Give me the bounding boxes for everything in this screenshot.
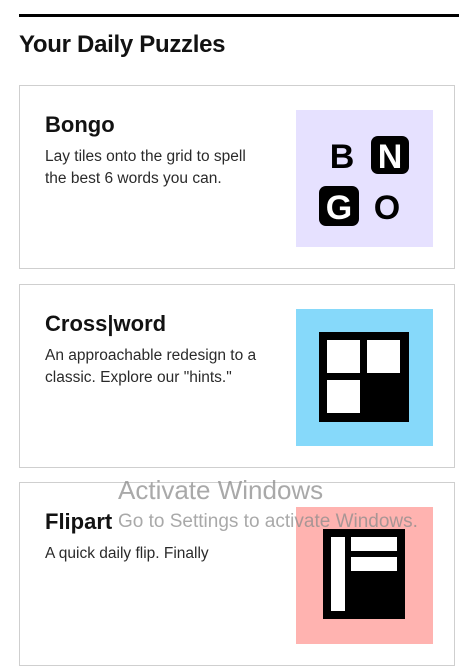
card-description: Lay tiles onto the grid to spell the bes…	[45, 148, 246, 187]
puzzle-card-bongo[interactable]: Bongo Lay tiles onto the grid to spell t…	[19, 85, 455, 269]
flipart-icon	[296, 507, 433, 644]
bongo-tiles-icon: B N G O	[296, 110, 433, 247]
card-description: A quick daily flip. Finally	[45, 545, 209, 562]
tile-letter-n: N	[378, 138, 403, 176]
flipart-thumbnail	[296, 507, 433, 644]
section-title: Your Daily Puzzles	[19, 31, 226, 58]
tile-letter-g: G	[326, 189, 352, 227]
card-title: Flipart	[45, 509, 113, 534]
puzzle-card-crossword[interactable]: Cross|word An approachable redesign to a…	[19, 284, 455, 468]
card-title: Cross|word	[45, 311, 167, 336]
top-divider	[19, 14, 459, 17]
tile-letter-o: O	[374, 189, 400, 227]
crossword-thumbnail	[296, 309, 433, 446]
crossword-grid-icon	[296, 309, 433, 446]
puzzle-card-flipart[interactable]: Flipart A quick daily flip. Finally	[19, 482, 455, 666]
card-title: Bongo	[45, 112, 115, 137]
bongo-thumbnail: B N G O	[296, 110, 433, 247]
card-description: An approachable redesign to a classic. E…	[45, 347, 257, 386]
tile-letter-b: B	[330, 138, 355, 176]
